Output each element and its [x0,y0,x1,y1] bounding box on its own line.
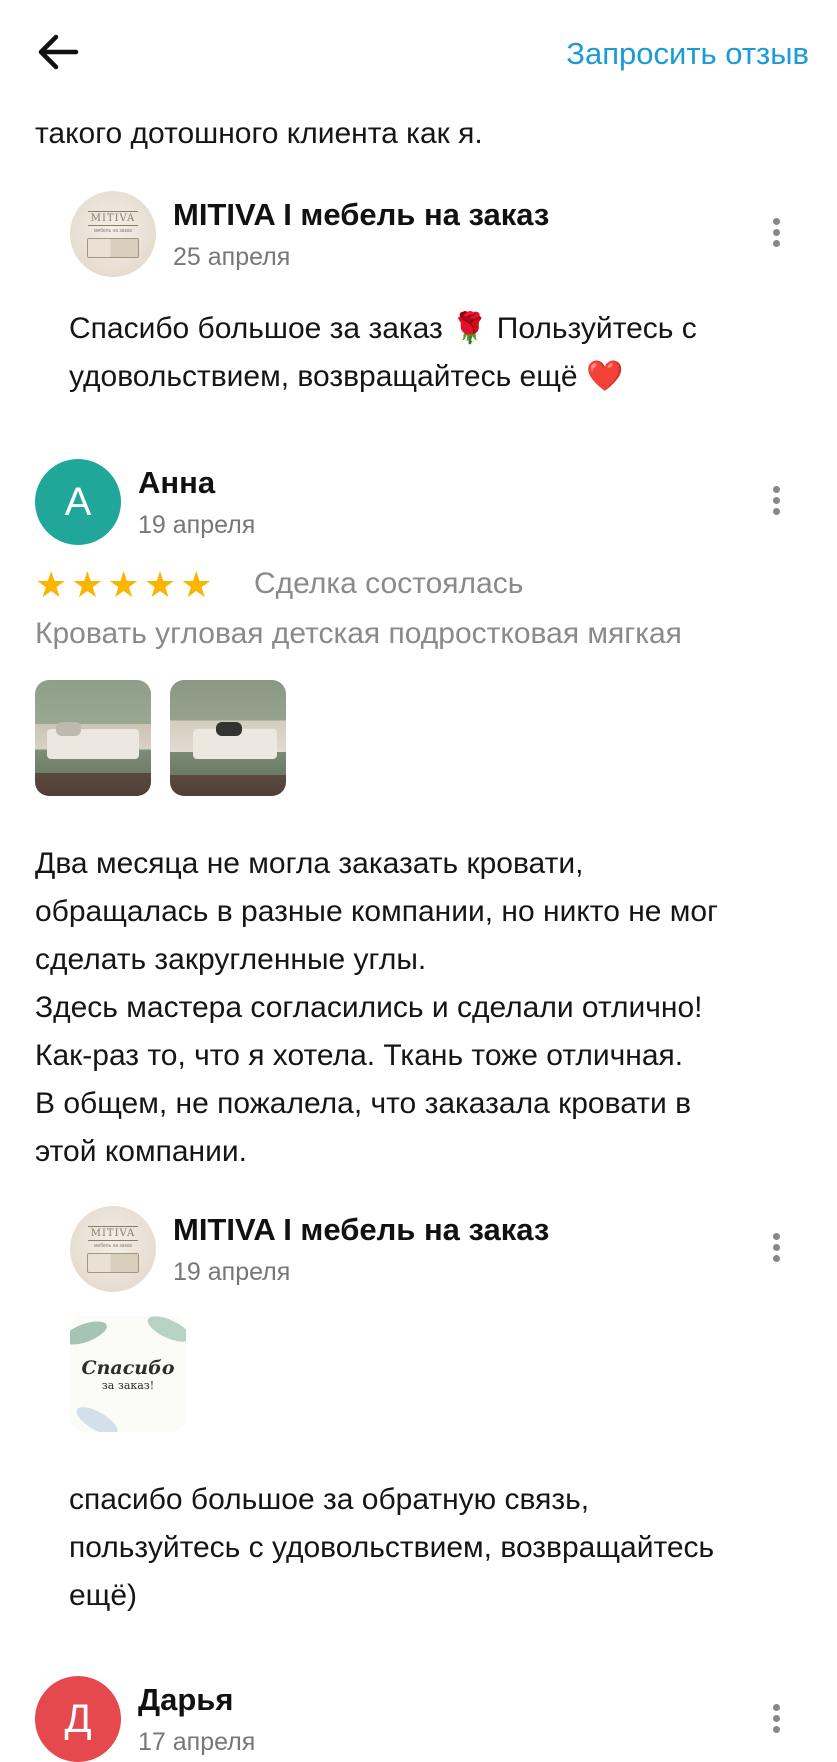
company-logo-subtext: мебель на заказ [94,227,132,234]
reply-text-line: спасибо большое за обратную связь, [69,1483,590,1516]
card-title: Спасибо [81,1356,175,1379]
more-options-button[interactable] [766,1700,786,1740]
rating-stars: ★★★★★ [35,564,217,605]
reply-text-line: пользуйтесь с удовольствием, возвращайте… [69,1531,715,1564]
more-options-button[interactable] [766,214,786,254]
reviewer-name: Дарья [138,1682,234,1717]
reply-author: MITIVA I мебель на заказ [173,1212,550,1247]
deal-status: Сделка состоялась [254,567,524,600]
reply-text-line: ещё) [69,1579,138,1612]
review-text-line: обращалась в разные компании, но никто н… [35,895,719,928]
reply-text-line: Спасибо большое за заказ 🌹 Пользуйтесь с [69,312,697,345]
review-photo[interactable] [170,680,286,796]
review-photo[interactable] [35,680,151,796]
back-button[interactable] [36,30,84,74]
reply-image-thanks-card[interactable]: Спасибо за заказ! [70,1316,186,1432]
previous-review-text-fragment: такого дотошного клиента как я. [35,117,483,150]
company-avatar: MITIVA мебель на заказ [70,191,156,277]
more-options-button[interactable] [766,1229,786,1269]
reply-date: 19 апреля [173,1258,291,1286]
reply-date: 25 апреля [173,243,291,271]
review-date: 19 апреля [138,511,256,539]
avatar-letter: Д [64,1696,92,1741]
arrow-left-icon [38,34,79,70]
review-text-line: В общем, не пожалела, что заказала крова… [35,1087,692,1120]
company-logo-text: MITIVA [87,210,139,226]
company-logo-text: MITIVA [87,1225,139,1241]
logo-furniture-graphic [87,1252,139,1273]
request-review-link[interactable]: Запросить отзыв [566,36,809,72]
review-date: 17 апреля [138,1728,256,1756]
avatar-letter: А [64,479,92,524]
reply-author: MITIVA I мебель на заказ [173,197,550,232]
review-text-line: сделать закругленные углы. [35,943,427,976]
user-avatar: А [35,459,121,545]
review-text-line: этой компании. [35,1135,247,1168]
more-options-button[interactable] [766,482,786,522]
user-avatar: Д [35,1676,121,1762]
review-text-line: Здесь мастера согласились и сделали отли… [35,991,703,1024]
logo-furniture-graphic [87,237,139,258]
review-text-line: Два месяца не могла заказать кровати, [35,847,584,880]
reply-text-line: удовольствием, возвращайтесь ещё ❤️ [69,360,624,393]
review-text-line: Как-раз то, что я хотела. Ткань тоже отл… [35,1039,684,1072]
reviewer-name: Анна [138,465,216,500]
company-avatar: MITIVA мебель на заказ [70,1206,156,1292]
product-name[interactable]: Кровать угловая детская подростковая мяг… [35,617,682,651]
company-logo-subtext: мебель на заказ [94,1242,132,1249]
card-subtitle: за заказ! [101,1378,155,1392]
